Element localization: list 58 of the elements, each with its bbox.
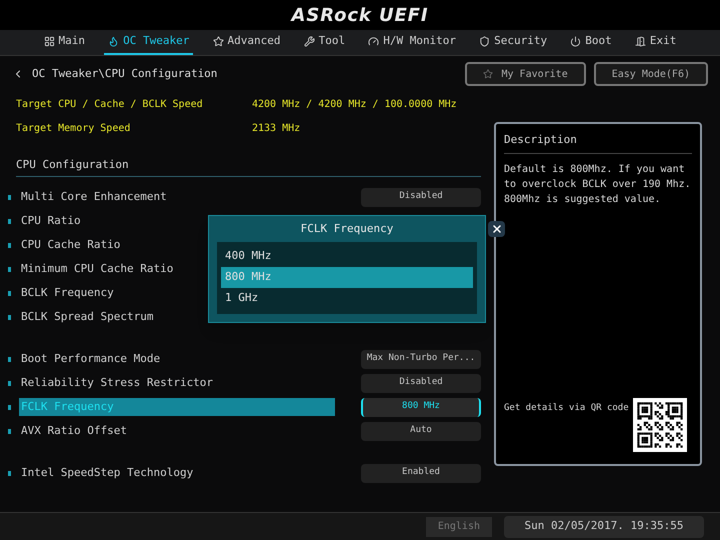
info-value: 2133 MHz (252, 122, 300, 136)
setting-value[interactable]: Max Non-Turbo Per... (361, 350, 481, 368)
flame-icon (108, 36, 120, 47)
section-title: CPU Configuration (16, 156, 130, 173)
star-icon (483, 69, 494, 79)
description-text: Default is 800Mhz. If you want to overclock BCLK over 190 Mhz. 800Mhz is suggested value. (504, 162, 692, 206)
wrench-icon (304, 36, 315, 47)
nav-tab[interactable]: Security (475, 30, 552, 54)
bullet-icon (8, 290, 11, 296)
nav-tab[interactable]: Advanced (208, 30, 284, 54)
dialog-title: FCLK Frequency (300, 220, 394, 237)
toolbar-button[interactable]: My Favorite (465, 62, 586, 86)
setting-value[interactable]: 800 MHz (361, 398, 481, 416)
setting-label[interactable]: Reliability Stress Restrictor (19, 374, 335, 392)
info-value: 4200 MHz / 4200 MHz / 100.0000 MHz (252, 98, 457, 112)
info-label: Target Memory Speed (16, 122, 132, 136)
nav-tab[interactable]: OC Tweaker (104, 30, 194, 54)
qr-code (632, 398, 687, 452)
setting-label[interactable]: AVX Ratio Offset (19, 422, 335, 440)
setting-value[interactable]: Enabled (361, 464, 481, 482)
star-icon (212, 36, 224, 47)
toolbar-button[interactable]: Easy Mode(F6) (594, 62, 708, 86)
bullet-icon (8, 314, 11, 320)
description-title: Description (504, 132, 692, 154)
bullet-icon (8, 428, 11, 434)
breadcrumb: OC Tweaker\CPU Configuration (32, 66, 218, 82)
setting-value[interactable]: Auto (361, 422, 481, 440)
bullet-icon (8, 470, 11, 476)
nav-tab[interactable]: H/W Monitor (364, 30, 460, 54)
bullet-icon (8, 404, 11, 410)
grid-icon (44, 36, 55, 47)
setting-value[interactable]: Disabled (361, 188, 481, 206)
door-icon (634, 36, 646, 47)
bullet-icon (8, 380, 11, 386)
logo: ASRock UEFI (292, 4, 428, 28)
gauge-icon (368, 36, 380, 47)
close-icon (490, 223, 502, 235)
dialog-option[interactable]: 400 MHz (221, 246, 473, 267)
qr-caption: Get details via QR code (504, 402, 629, 415)
date-time: Sun 02/05/2017. 19:35:55 (504, 516, 704, 538)
nav-tab[interactable]: Boot (566, 30, 616, 54)
nav-tab[interactable]: Tool (300, 30, 350, 54)
shield-icon (479, 36, 490, 47)
power-icon (570, 36, 582, 47)
setting-value[interactable]: Disabled (361, 374, 481, 392)
bullet-icon (8, 356, 11, 362)
nav-tab[interactable]: Main (40, 30, 90, 54)
setting-label[interactable]: Boot Performance Mode (19, 350, 335, 368)
setting-label[interactable]: Multi Core Enhancement (19, 188, 335, 206)
bullet-icon (8, 218, 11, 224)
bullet-icon (8, 266, 11, 272)
bullet-icon (8, 242, 11, 248)
info-label: Target CPU / Cache / BCLK Speed (16, 98, 204, 112)
dialog-option[interactable]: 1 GHz (221, 288, 473, 309)
bullet-icon (8, 194, 11, 200)
nav-tab[interactable]: Exit (630, 30, 680, 54)
setting-label[interactable]: Intel SpeedStep Technology (19, 464, 335, 482)
close-button[interactable] (488, 221, 505, 237)
